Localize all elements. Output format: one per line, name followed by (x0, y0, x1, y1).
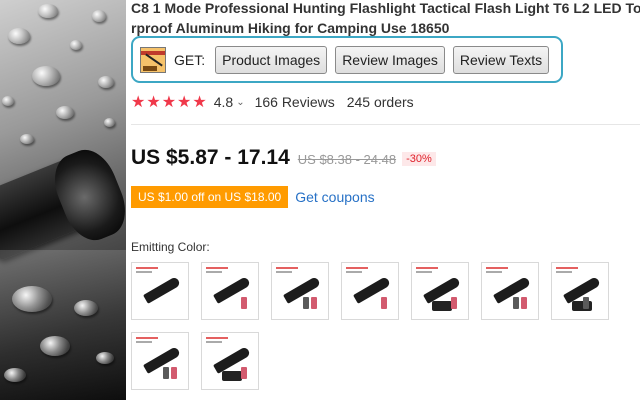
extension-logo-icon[interactable] (140, 46, 166, 73)
rating-row: ★★★★★ 4.8 ⌄ 166 Reviews 245 orders (131, 92, 414, 112)
current-price: US $5.87 - 17.14 (131, 146, 290, 169)
coupon-row: US $1.00 off on US $18.00 Get coupons (131, 186, 375, 208)
variant-swatch[interactable] (481, 262, 539, 320)
product-images-button[interactable]: Product Images (215, 45, 328, 74)
product-title-line2: rproof Aluminum Hiking for Camping Use 1… (131, 20, 450, 36)
variant-swatch[interactable] (131, 332, 189, 390)
variant-label: Emitting Color: (131, 240, 210, 254)
product-title-line1: C8 1 Mode Professional Hunting Flashligh… (131, 0, 640, 16)
review-texts-button[interactable]: Review Texts (452, 45, 550, 74)
price-row: US $5.87 - 17.14 US $8.38 - 24.48 -30% (131, 146, 436, 170)
variant-swatch[interactable] (131, 262, 189, 320)
get-label: GET: (174, 51, 206, 68)
rating-value[interactable]: 4.8 (214, 94, 233, 110)
divider (131, 124, 640, 125)
coupon-badge: US $1.00 off on US $18.00 (131, 186, 289, 208)
variant-swatch[interactable] (201, 262, 259, 320)
variant-swatch[interactable] (341, 262, 399, 320)
orders-count: 245 orders (346, 94, 414, 110)
chevron-down-icon[interactable]: ⌄ (236, 97, 244, 108)
image-downloader-toolbar: GET: Product Images Review Images Review… (131, 36, 563, 83)
product-detail-panel: C8 1 Mode Professional Hunting Flashligh… (131, 0, 640, 400)
star-rating-icon: ★★★★★ (131, 94, 208, 111)
variant-swatch[interactable] (201, 332, 259, 390)
product-main-image[interactable] (0, 0, 126, 400)
reviews-link[interactable]: 166 Reviews (255, 94, 335, 110)
variant-swatch[interactable] (271, 262, 329, 320)
product-title: C8 1 Mode Professional Hunting Flashligh… (131, 0, 640, 38)
variant-swatch[interactable] (411, 262, 469, 320)
discount-badge: -30% (402, 152, 436, 166)
original-price: US $8.38 - 24.48 (297, 152, 397, 167)
review-images-button[interactable]: Review Images (335, 45, 445, 74)
variant-swatch[interactable] (551, 262, 609, 320)
get-coupons-link[interactable]: Get coupons (295, 189, 374, 205)
